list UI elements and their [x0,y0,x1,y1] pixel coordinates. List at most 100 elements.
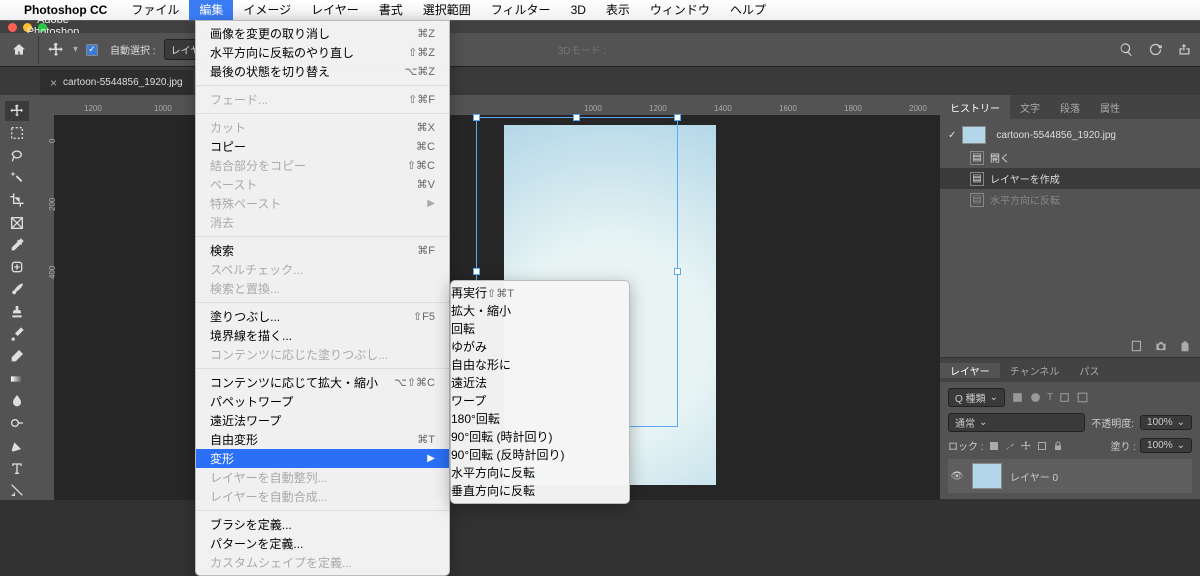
tab-channels[interactable]: チャンネル [1000,363,1070,378]
crop-tool[interactable] [5,190,29,210]
menu-edit[interactable]: 編集 [189,0,233,20]
menu-item[interactable]: 境界線を描く... [196,326,449,345]
eraser-tool[interactable] [5,346,29,366]
filter-type-icon[interactable]: T [1047,392,1053,403]
menu-file[interactable]: ファイル [121,0,189,20]
menu-item[interactable]: パターンを定義... [196,534,449,553]
layer-item[interactable]: 👁 レイヤー 0 [948,459,1192,493]
lasso-tool[interactable] [5,146,29,166]
menu-item[interactable]: 90°回転 (時計回り) [451,428,629,446]
lock-all-icon[interactable] [1052,440,1064,452]
move-tool[interactable] [5,101,29,121]
menu-item[interactable]: 垂直方向に反転 [451,482,629,500]
menu-item[interactable]: 検索⌘F [196,241,449,260]
camera-icon[interactable] [1154,339,1168,353]
menu-item[interactable]: ブラシを定義... [196,515,449,534]
search-icon[interactable] [1119,42,1134,57]
auto-select-checkbox[interactable]: ✓ [86,44,98,56]
handle-ml[interactable] [473,268,480,275]
menu-item[interactable]: パペットワープ [196,392,449,411]
history-brush-tool[interactable] [5,324,29,344]
menu-item[interactable]: 遠近法 [451,374,629,392]
close-button[interactable] [8,23,17,32]
handle-mr[interactable] [674,268,681,275]
menu-window[interactable]: ウィンドウ [640,0,720,20]
tab-layers[interactable]: レイヤー [940,363,1000,378]
menu-item[interactable]: 180°回転 [451,410,629,428]
trash-icon[interactable] [1178,339,1192,353]
handle-tr[interactable] [674,114,681,121]
opacity-input[interactable]: 100%⌄ [1140,415,1192,430]
tab-close-icon[interactable]: × [50,76,57,90]
menu-item[interactable]: 変形▶ [196,449,449,468]
menu-item[interactable]: 水平方向に反転のやり直し⇧⌘Z [196,43,449,62]
share-icon[interactable] [1177,42,1192,57]
menu-item[interactable]: 遠近法ワープ [196,411,449,430]
menu-item[interactable]: 自由変形⌘T [196,430,449,449]
layer-kind-dropdown[interactable]: Q 種類⌄ [948,388,1005,407]
menu-item[interactable]: 再実行⇧⌘T [451,284,629,302]
menu-help[interactable]: ヘルプ [720,0,776,20]
filter-pixel-icon[interactable] [1011,391,1024,404]
tab-paragraph[interactable]: 段落 [1050,95,1090,119]
lock-paint-icon[interactable] [1004,440,1016,452]
pen-tool[interactable] [5,435,29,455]
filter-smart-icon[interactable] [1076,391,1089,404]
visibility-icon[interactable]: 👁 [950,471,964,482]
menu-item[interactable]: ゆがみ [451,338,629,356]
tab-character[interactable]: 文字 [1010,95,1050,119]
frame-tool[interactable] [5,212,29,232]
doc-tab[interactable]: × cartoon-5544856_1920.jpg [40,70,193,95]
menu-type[interactable]: 書式 [369,0,413,20]
marquee-tool[interactable] [5,123,29,143]
wand-tool[interactable] [5,168,29,188]
layer-name[interactable]: レイヤー 0 [1010,469,1058,484]
menu-item[interactable]: ワープ [451,392,629,410]
handle-tl[interactable] [473,114,480,121]
tab-history[interactable]: ヒストリー [940,95,1010,119]
filter-adjust-icon[interactable] [1029,391,1042,404]
menu-item[interactable]: 回転 [451,320,629,338]
home-button[interactable] [8,39,30,61]
menu-item[interactable]: コピー⌘C [196,137,449,156]
menu-item[interactable]: 塗りつぶし...⇧F5 [196,307,449,326]
new-doc-icon[interactable] [1130,339,1144,353]
eyedropper-tool[interactable] [5,235,29,255]
lock-move-icon[interactable] [1020,440,1032,452]
history-item[interactable]: ▤レイヤーを作成 [940,168,1200,189]
dodge-tool[interactable] [5,413,29,433]
menu-filter[interactable]: フィルター [481,0,561,20]
handle-tm[interactable] [573,114,580,121]
menu-view[interactable]: 表示 [596,0,640,20]
healing-tool[interactable] [5,257,29,277]
menu-item[interactable]: 自由な形に [451,356,629,374]
lock-artboard-icon[interactable] [1036,440,1048,452]
history-icon[interactable] [1148,42,1163,57]
type-tool[interactable] [5,458,29,478]
menu-item[interactable]: 90°回転 (反時計回り) [451,446,629,464]
menu-image[interactable]: イメージ [233,0,301,20]
stamp-tool[interactable] [5,302,29,322]
history-item[interactable]: ▤開く [940,147,1200,168]
path-tool[interactable] [5,480,29,500]
menu-item[interactable]: 最後の状態を切り替え⌥⌘Z [196,62,449,81]
menu-layer[interactable]: レイヤー [301,0,369,20]
menu-select[interactable]: 選択範囲 [413,0,481,20]
history-item[interactable]: ▤水平方向に反転 [940,189,1200,210]
history-doc[interactable]: ✓ cartoon-5544856_1920.jpg [940,123,1200,147]
menu-item[interactable]: 水平方向に反転 [451,464,629,482]
menu-item[interactable]: 画像を変更の取り消し⌘Z [196,24,449,43]
tab-properties[interactable]: 属性 [1090,95,1130,119]
gradient-tool[interactable] [5,368,29,388]
brush-tool[interactable] [5,279,29,299]
app-name[interactable]: Photoshop CC [24,3,107,17]
blend-mode-dropdown[interactable]: 通常⌄ [948,413,1085,432]
menu-3d[interactable]: 3D [561,0,596,20]
tab-paths[interactable]: パス [1069,363,1109,378]
fill-input[interactable]: 100%⌄ [1140,438,1192,453]
blur-tool[interactable] [5,391,29,411]
menu-item[interactable]: 拡大・縮小 [451,302,629,320]
filter-shape-icon[interactable] [1058,391,1071,404]
menu-item[interactable]: コンテンツに応じて拡大・縮小⌥⇧⌘C [196,373,449,392]
lock-transparency-icon[interactable] [988,440,1000,452]
